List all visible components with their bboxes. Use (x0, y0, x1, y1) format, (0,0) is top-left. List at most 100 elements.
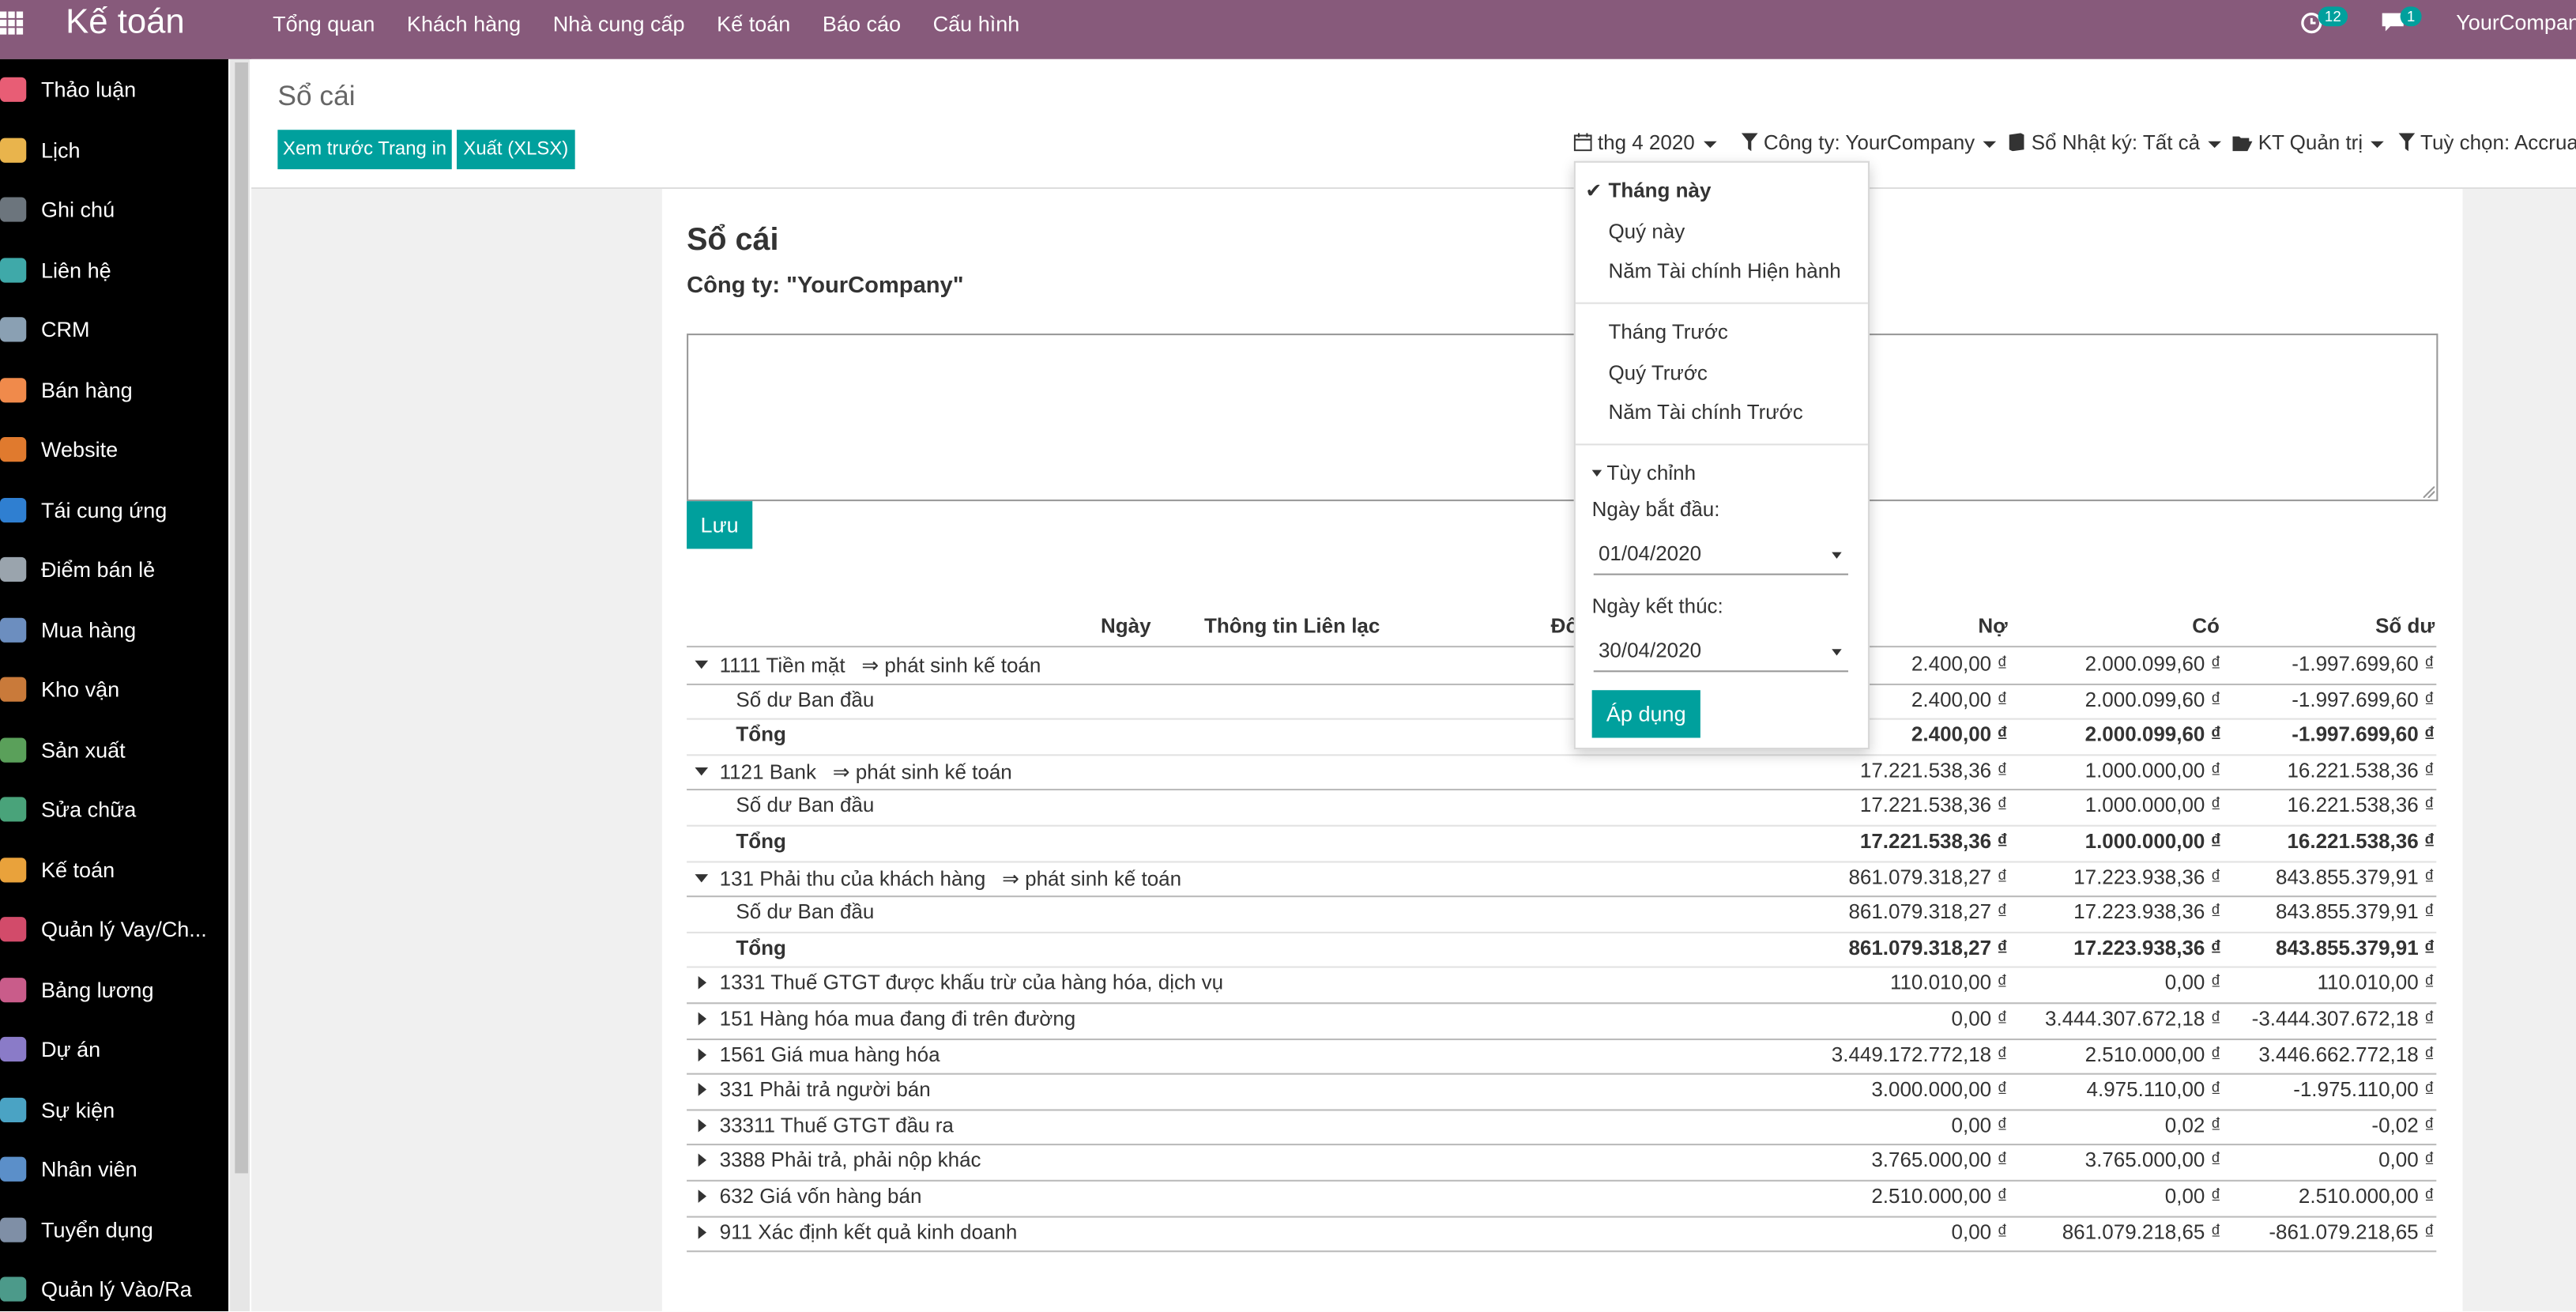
journal-filter[interactable]: Sổ Nhật ký: Tất cả (2008, 131, 2222, 154)
sidebar-item[interactable]: Website (0, 424, 228, 473)
sidebar-item[interactable]: Điểm bán lẻ (0, 544, 228, 593)
row-label: 331 Phải trả người bán (719, 1078, 931, 1102)
credit-cell: 0,00 ₫ (2164, 971, 2221, 995)
sidebar-item-label: Sự kiện (40, 1096, 115, 1122)
sidebar-item[interactable]: Quản lý Vào/Ra (0, 1264, 228, 1311)
save-notes-button[interactable]: Lưu (687, 501, 753, 549)
sidebar-item[interactable]: Mua hàng (0, 604, 228, 653)
sidebar-item[interactable]: Nhân viên (0, 1144, 228, 1193)
note-icon (0, 197, 27, 222)
report-notes-textarea[interactable] (687, 334, 2439, 502)
option-custom[interactable]: Tùy chỉnh (1606, 462, 1696, 484)
caret-right-icon[interactable] (698, 1189, 707, 1203)
row-label: 151 Hàng hóa mua đang đi trên đường (719, 1007, 1076, 1031)
box-icon (0, 677, 27, 702)
debit-cell: 861.079.318,27 ₫ (1848, 865, 2008, 888)
caret-down-icon[interactable] (695, 767, 709, 775)
option-last-quarter[interactable]: Quý Trước (1608, 361, 1707, 384)
caret-right-icon[interactable] (698, 1118, 707, 1133)
account-row[interactable]: 1111 Tiền mặt ⇒ phát sinh kế toán 2.400,00… (687, 647, 2437, 685)
total-row: Tổng 2.400,00 ₫ 2.000.099,60 ₫ -1.997.699,6… (687, 718, 2437, 756)
option-last-month[interactable]: Tháng Trước (1608, 320, 1727, 343)
option-this-month[interactable]: Tháng này (1608, 179, 1711, 202)
sidebar-item[interactable]: Kế toán (0, 844, 228, 893)
sidebar-item-label: Nhân viên (40, 1156, 137, 1182)
caret-down-icon[interactable] (695, 873, 709, 882)
date-filter[interactable]: thg 4 2020 (1573, 131, 1716, 154)
sidebar-scrollbar-thumb[interactable] (235, 62, 248, 1174)
account-row[interactable]: 911 Xác định kết quả kinh doanh 0,00 ₫ 861… (687, 1216, 2437, 1253)
account-row[interactable]: 331 Phải trả người bán 3.000.000,00 ₫ 4.97… (687, 1073, 2437, 1111)
menu-vendors[interactable]: Nhà cung cấp (553, 12, 685, 36)
menu-reports[interactable]: Báo cáo (823, 12, 901, 36)
menu-configuration[interactable]: Cấu hình (933, 12, 1020, 36)
account-row[interactable]: 131 Phải thu của khách hàng ⇒ phát sinh k… (687, 861, 2437, 898)
sidebar-item[interactable]: Sản xuất (0, 724, 228, 773)
menu-overview[interactable]: Tổng quan (273, 12, 375, 36)
menu-accounting[interactable]: Kế toán (717, 12, 790, 36)
apply-date-button[interactable]: Áp dụng (1591, 690, 1700, 738)
sidebar-item[interactable]: CRM (0, 304, 228, 353)
sidebar-item[interactable]: Thảo luận (0, 64, 228, 113)
sidebar-item[interactable]: Sự kiện (0, 1084, 228, 1133)
sidebar-item[interactable]: Ghi chú (0, 184, 228, 233)
caret-right-icon[interactable] (698, 1012, 707, 1026)
app-brand[interactable]: Kế toán (66, 3, 185, 43)
print-preview-button[interactable]: Xem trước Trang in (277, 130, 452, 170)
journal-items-link[interactable]: ⇒ phát sinh kế toán (1002, 867, 1181, 890)
control-panel (251, 58, 2576, 190)
caret-right-icon[interactable] (698, 1047, 707, 1061)
balance-cell: 16.221.538,36 ₫ (2287, 759, 2435, 782)
card-icon (0, 616, 27, 642)
handshake-icon (0, 317, 27, 342)
export-xlsx-button[interactable]: Xuất (XLSX) (456, 130, 575, 170)
sidebar-item[interactable]: Quản lý Vay/Ch... (0, 904, 228, 953)
sidebar-item-label: Liên hệ (40, 257, 111, 282)
credit-cell: 2.000.099,60 ₫ (2085, 688, 2221, 711)
end-date-input[interactable]: 30/04/2020 (1593, 631, 1848, 673)
start-date-input[interactable]: 01/04/2020 (1593, 534, 1848, 575)
option-this-fiscal-year[interactable]: Năm Tài chính Hiện hành (1608, 259, 1840, 282)
option-this-quarter[interactable]: Quý này (1608, 221, 1685, 243)
caret-right-icon[interactable] (698, 1154, 707, 1167)
sidebar-item[interactable]: Sửa chữa (0, 784, 228, 833)
sidebar-item[interactable]: Liên hệ (0, 244, 228, 293)
row-label: 632 Giá vốn hàng bán (719, 1185, 922, 1208)
analytic-filter[interactable]: KT Quản trị (2232, 131, 2385, 154)
resize-handle-icon[interactable] (2423, 486, 2435, 498)
menu-customers[interactable]: Khách hàng (407, 12, 521, 36)
sidebar-item[interactable]: Dự án (0, 1024, 228, 1073)
company-switcher[interactable]: YourCompany (2456, 9, 2576, 34)
option-last-fiscal-year[interactable]: Năm Tài chính Trước (1608, 401, 1802, 424)
chevron-down-icon (1832, 552, 1842, 559)
account-row[interactable]: 632 Giá vốn hàng bán 2.510.000,00 ₫ 0,00 ₫… (687, 1180, 2437, 1217)
caret-right-icon[interactable] (698, 976, 707, 990)
account-row[interactable]: 151 Hàng hóa mua đang đi trên đường 0,00 … (687, 1002, 2437, 1040)
sidebar-item[interactable]: Bán hàng (0, 364, 228, 413)
apps-menu-icon[interactable] (0, 11, 24, 35)
sidebar-item[interactable]: Bảng lương (0, 963, 228, 1012)
row-label: Số dư Ban đầu (736, 794, 875, 818)
journal-items-link[interactable]: ⇒ phát sinh kế toán (833, 760, 1012, 783)
caret-right-icon[interactable] (698, 1225, 707, 1238)
caret-right-icon[interactable] (698, 1083, 707, 1097)
sidebar-item[interactable]: Lịch (0, 124, 228, 173)
chevron-down-icon (1703, 141, 1716, 148)
sidebar-item[interactable]: Kho vận (0, 664, 228, 713)
credit-cell: 4.975.110,00 ₫ (2086, 1078, 2221, 1102)
journal-items-link[interactable]: ⇒ phát sinh kế toán (861, 654, 1041, 677)
account-row[interactable]: 1561 Giá mua hàng hóa 3.449.172.772,18 ₫ 2… (687, 1038, 2437, 1076)
account-row[interactable]: 1121 Bank ⇒ phát sinh kế toán 17.221.538,3… (687, 754, 2437, 791)
balance-cell: 843.855.379,91 ₫ (2276, 900, 2435, 924)
options-filter[interactable]: Tuỳ chọn: Accrua (2398, 131, 2576, 154)
account-row[interactable]: 3388 Phải trả, phải nộp khác 3.765.000,00… (687, 1144, 2437, 1182)
row-label: Tổng (736, 936, 786, 959)
account-row[interactable]: 1331 Thuế GTGT được khấu trừ của hàng hó… (687, 967, 2437, 1005)
dropdown-divider (1575, 302, 1868, 304)
company-filter[interactable]: Công ty: YourCompany (1741, 131, 1997, 154)
sidebar-item[interactable]: Tuyển dụng (0, 1204, 228, 1253)
account-row[interactable]: 33311 Thuế GTGT đầu ra 0,00 ₫ 0,02 ₫ -0,02 … (687, 1109, 2437, 1146)
caret-down-icon[interactable] (695, 660, 709, 669)
sidebar-item[interactable]: Tái cung ứng (0, 484, 228, 533)
debit-cell: 0,00 ₫ (1951, 1007, 2008, 1031)
